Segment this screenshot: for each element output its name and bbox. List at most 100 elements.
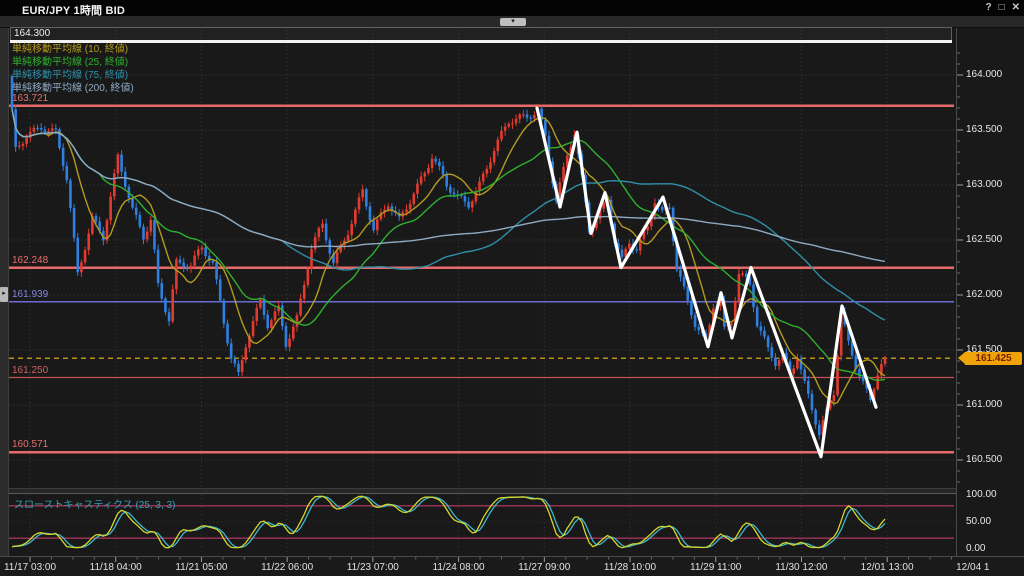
stoch-axis-label: 0.00 <box>966 543 985 554</box>
candle <box>507 124 510 127</box>
price-line-label-161.250: 161.250 <box>12 366 48 376</box>
candle <box>471 201 474 207</box>
trendline-annotation[interactable] <box>537 108 876 457</box>
scroll-history-button[interactable]: ▸ <box>0 287 8 302</box>
chart-window: EUR/JPY 1時間 BID ? □ ✕ ▾ 164.300 単純移動平均線 … <box>0 0 1024 576</box>
candle <box>763 331 766 337</box>
candle <box>263 299 266 314</box>
price-chart-canvas[interactable] <box>8 28 956 488</box>
candle <box>204 247 207 256</box>
candle <box>73 208 76 238</box>
candle <box>135 208 138 215</box>
candle <box>164 298 167 312</box>
candle <box>55 128 58 129</box>
candle <box>387 206 390 209</box>
stoch-axis-label: 50.00 <box>966 516 991 527</box>
selected-line-box[interactable]: 164.300 <box>10 27 952 41</box>
candle <box>486 169 489 174</box>
candle <box>738 274 741 301</box>
candle <box>244 348 247 360</box>
candle <box>504 127 507 131</box>
candle <box>774 358 777 366</box>
candle <box>160 283 163 299</box>
candle <box>361 189 364 197</box>
candle <box>109 197 112 221</box>
candle <box>47 131 50 133</box>
candle <box>413 194 416 204</box>
x-axis-label: 11/29 11:00 <box>690 562 741 573</box>
chevron-down-icon: ▾ <box>500 18 526 25</box>
candle <box>376 219 379 230</box>
candle <box>876 375 879 389</box>
candle <box>266 315 269 328</box>
candle <box>500 131 503 140</box>
legend-item-ma25[interactable]: 単純移動平均線 (25, 終値) <box>12 57 128 68</box>
candle <box>442 166 445 175</box>
candle <box>296 315 299 327</box>
candle <box>811 394 814 410</box>
candle <box>482 174 485 182</box>
candle <box>431 159 434 168</box>
candle <box>423 173 426 176</box>
price-line-label-162.248: 162.248 <box>12 256 48 266</box>
candle <box>321 224 324 228</box>
candle <box>307 269 310 285</box>
candle <box>234 359 237 364</box>
candle <box>420 176 423 183</box>
toolbar-collapse-button[interactable]: ▾ <box>500 18 526 26</box>
candle <box>818 425 821 436</box>
candle <box>29 132 32 138</box>
horizontal-line-164-300[interactable] <box>10 40 952 43</box>
x-axis-label: 11/24 08:00 <box>433 562 485 573</box>
candle <box>40 128 43 130</box>
time-axis[interactable]: 11/17 03:0011/18 04:0011/21 05:0011/22 0… <box>0 556 1024 576</box>
candle <box>449 187 452 193</box>
maximize-button[interactable]: □ <box>999 1 1005 15</box>
candle <box>255 308 258 321</box>
window-titlebar[interactable]: EUR/JPY 1時間 BID ? □ ✕ <box>0 0 1024 16</box>
candle <box>438 162 441 166</box>
candle <box>683 277 686 287</box>
candle <box>190 266 193 269</box>
legend-item-ma75[interactable]: 単純移動平均線 (75, 終値) <box>12 70 128 81</box>
legend-item-ma10[interactable]: 単純移動平均線 (10, 終値) <box>12 44 128 55</box>
stochastics-legend[interactable]: スローストキャスティクス (25, 3, 3) <box>14 496 175 511</box>
window-controls: ? □ ✕ <box>985 1 1020 15</box>
current-price-value: 161.425 <box>965 352 1022 365</box>
candle <box>230 343 233 358</box>
candle <box>65 166 68 180</box>
candle <box>197 250 200 256</box>
candle <box>697 327 700 330</box>
candle <box>193 256 196 266</box>
candle <box>252 321 255 336</box>
candle <box>533 115 536 119</box>
y-axis-label: 162.500 <box>966 234 1002 245</box>
help-button[interactable]: ? <box>985 1 991 15</box>
price-line-label-160.571: 160.571 <box>12 440 48 450</box>
candle <box>464 196 467 202</box>
candle <box>25 138 28 144</box>
candle <box>76 238 79 272</box>
candle <box>179 259 182 262</box>
candle <box>365 189 368 206</box>
close-button[interactable]: ✕ <box>1012 1 1020 15</box>
x-axis-label: 11/18 04:00 <box>90 562 142 573</box>
candle <box>285 326 288 347</box>
candle <box>628 244 631 249</box>
candle <box>259 299 262 307</box>
candle <box>131 198 134 208</box>
candle <box>529 118 532 119</box>
candle <box>33 128 36 132</box>
candle <box>318 228 321 237</box>
candle <box>146 232 149 240</box>
candle <box>237 364 240 372</box>
candle <box>168 312 171 321</box>
candle <box>124 172 127 187</box>
candle <box>760 326 763 330</box>
candle <box>350 224 353 235</box>
price-axis[interactable]: 164.000163.500163.000162.500162.000161.5… <box>956 28 1024 556</box>
candle <box>139 215 142 227</box>
stoch-axis-label: 100.00 <box>966 489 997 500</box>
candle <box>22 144 25 146</box>
candle <box>836 356 839 395</box>
